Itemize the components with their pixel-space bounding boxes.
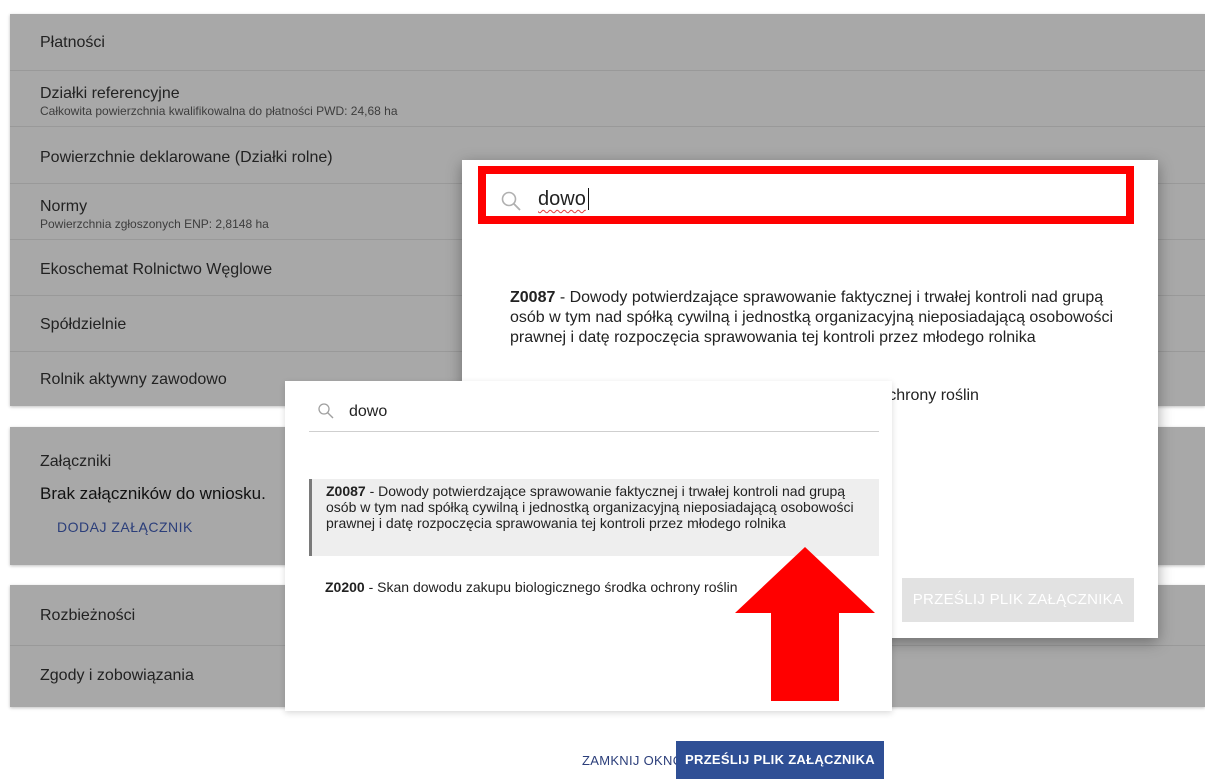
attachments-empty-text: Brak załączników do wniosku. <box>40 484 266 503</box>
option-text: - Dowody potwierdzające sprawowanie fakt… <box>510 289 1114 346</box>
list-item-z0087[interactable]: Z0087 - Dowody potwierdzające sprawowani… <box>510 288 1120 348</box>
search-input[interactable]: dowo <box>349 403 387 421</box>
submit-file-button[interactable]: PRZEŚLIJ PLIK ZAŁĄCZNIKA <box>676 741 884 779</box>
option-code: Z0087 <box>326 483 366 499</box>
section-reference-plots[interactable]: Działki referencyjne Całkowita powierzch… <box>10 71 1205 127</box>
red-arrow-icon <box>735 547 875 701</box>
search-icon <box>501 191 521 211</box>
section-title: Płatności <box>40 34 105 51</box>
section-payments[interactable]: Płatności <box>10 14 1205 71</box>
section-title: Działki referencyjne <box>40 85 180 102</box>
list-item-z0087[interactable]: Z0087 - Dowody potwierdzające sprawowani… <box>309 479 879 556</box>
search-input[interactable]: dowo <box>538 188 586 211</box>
option-code: Z0087 <box>510 289 556 306</box>
option-text: - Dowody potwierdzające sprawowanie fakt… <box>326 483 854 531</box>
option-code: Z0200 <box>325 579 365 595</box>
list-item-z0200[interactable]: Z0200 - Skan dowodu zakupu biologicznego… <box>325 579 795 595</box>
attachments-title: Załączniki <box>40 453 112 470</box>
text-caret <box>588 188 589 210</box>
close-window-button[interactable]: ZAMKNIJ OKNO <box>582 753 683 768</box>
add-attachment-button[interactable]: DODAJ ZAŁĄCZNIK <box>57 519 193 535</box>
search-field[interactable]: dowo <box>309 393 879 432</box>
section-subtitle: Całkowita powierzchnia kwalifikowalna do… <box>40 104 398 118</box>
search-icon <box>318 403 334 419</box>
submit-file-button-disabled[interactable]: PRZEŚLIJ PLIK ZAŁĄCZNIKA <box>902 578 1134 622</box>
option-text: - Skan dowodu zakupu biologicznego środk… <box>364 579 738 595</box>
search-highlight-box[interactable]: dowo <box>478 166 1134 224</box>
